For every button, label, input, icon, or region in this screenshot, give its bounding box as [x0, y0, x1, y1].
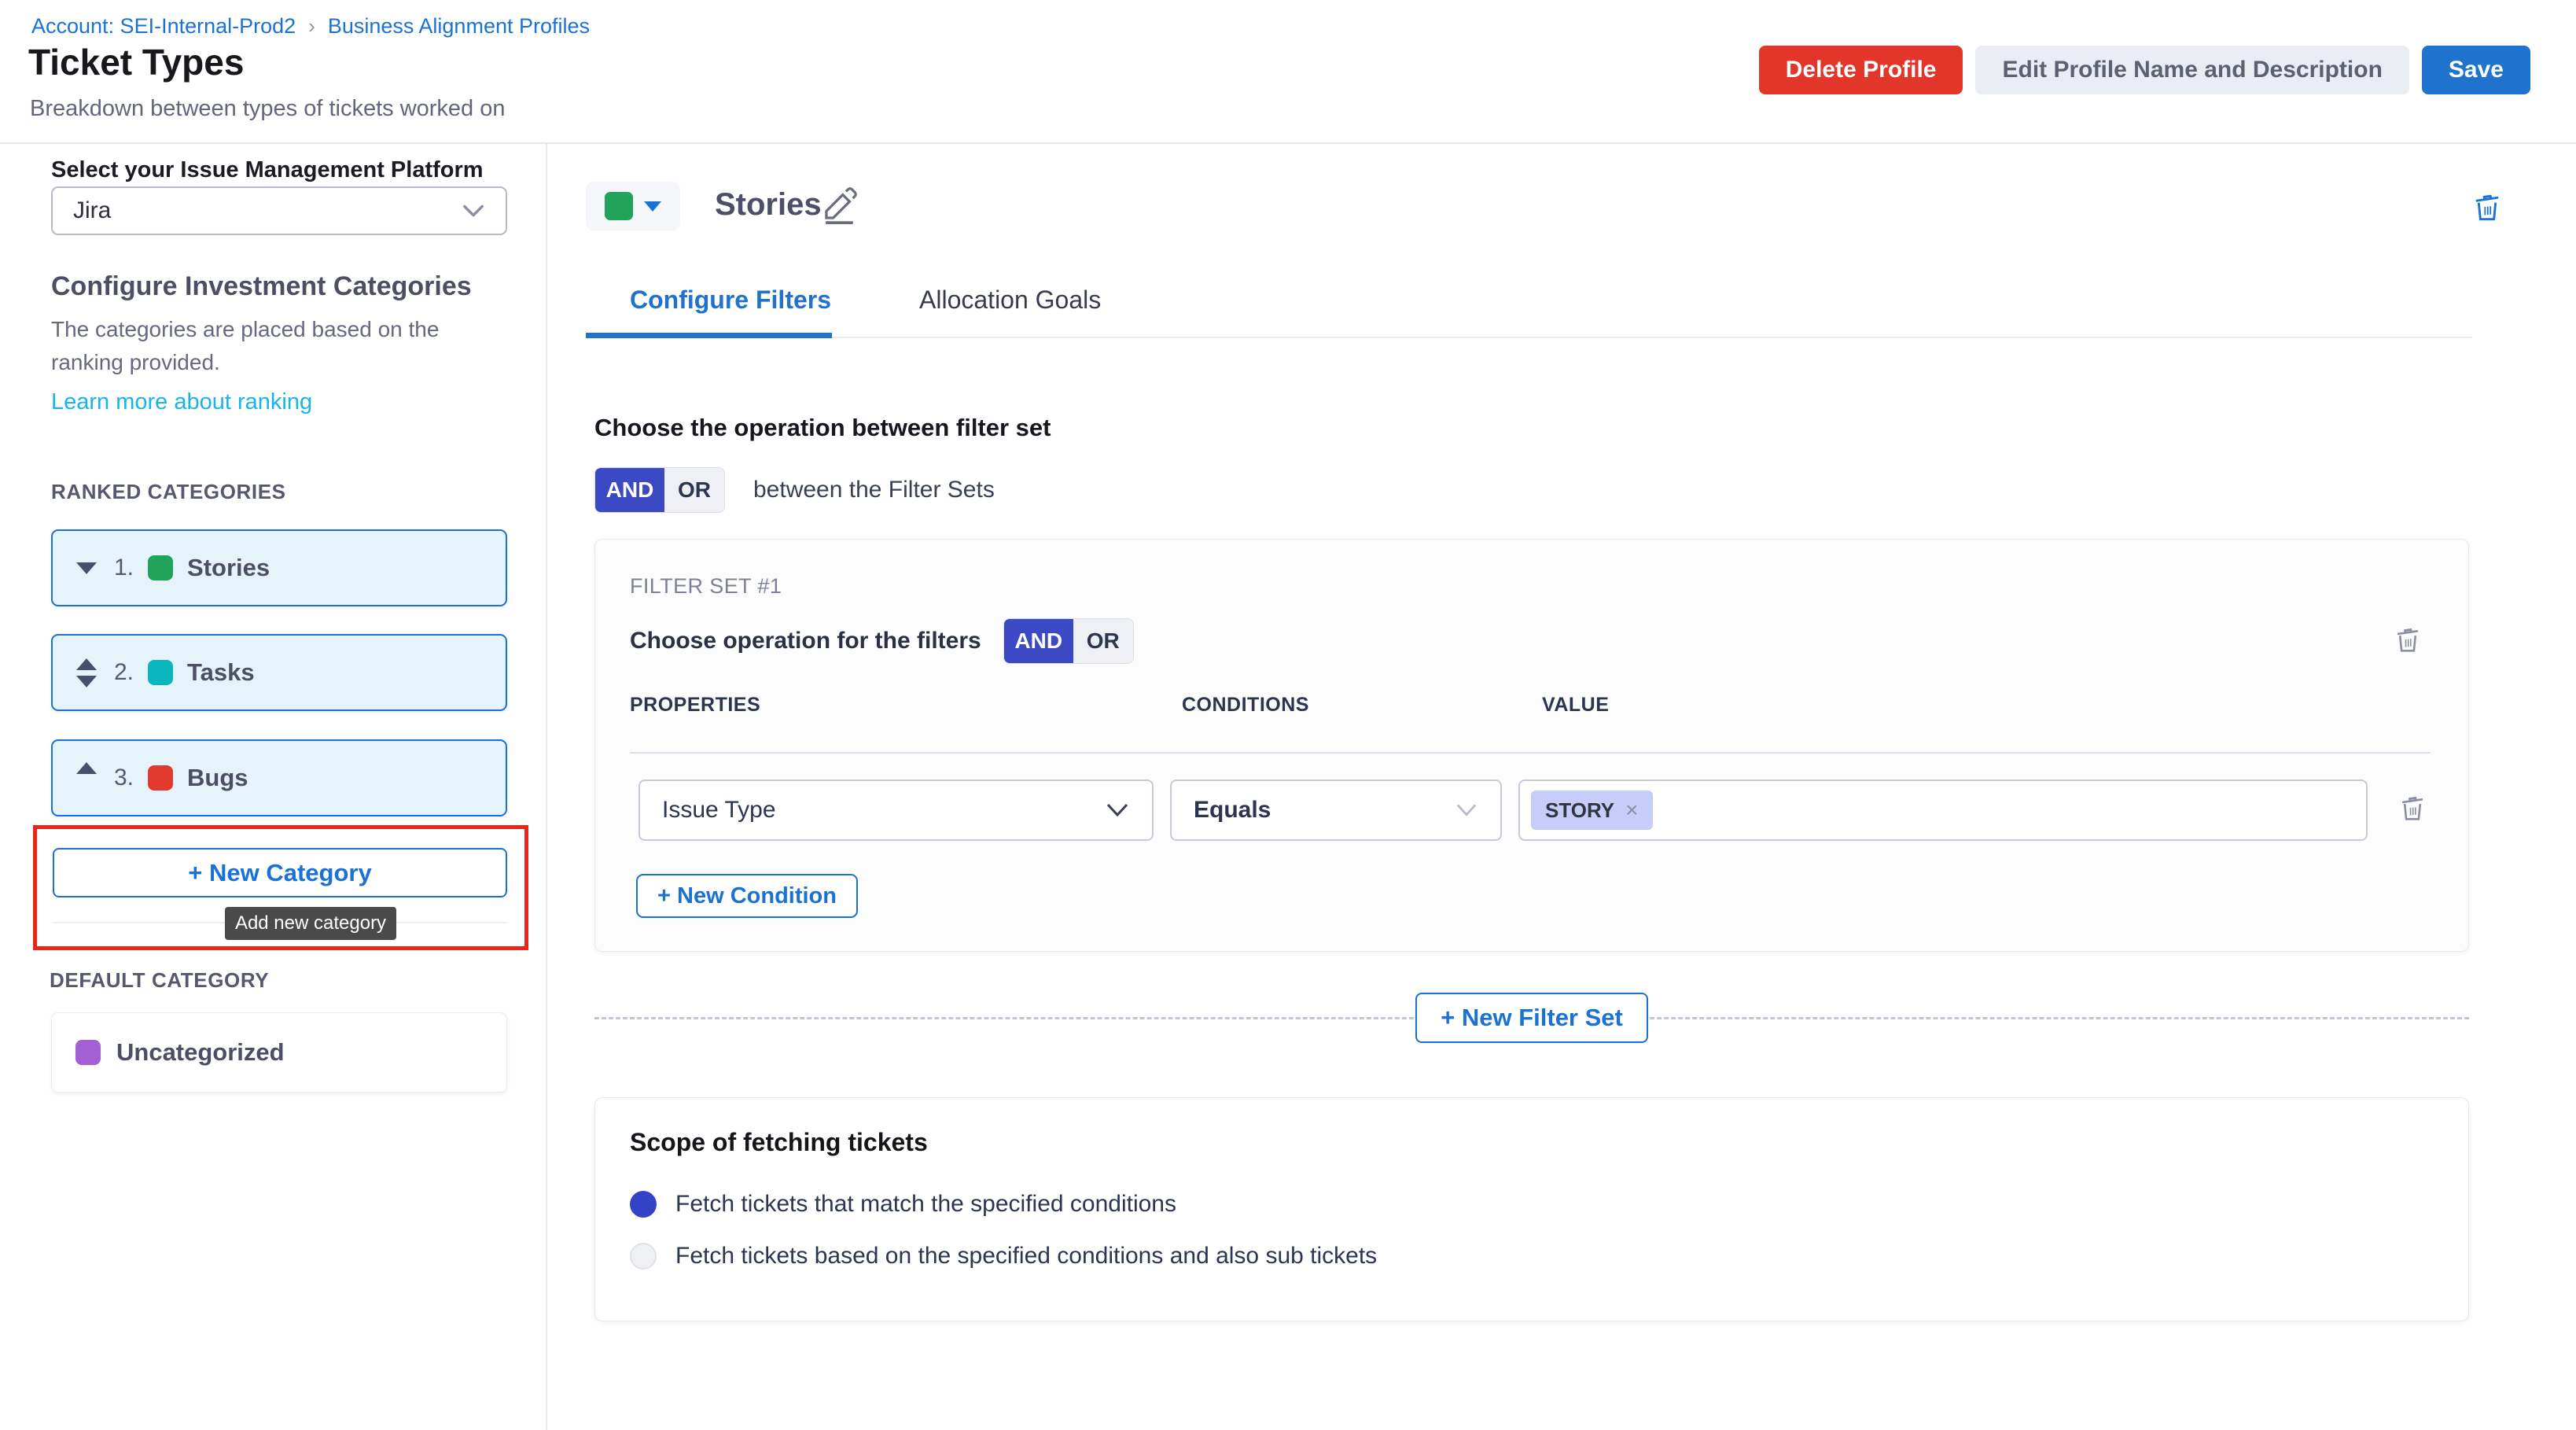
category-color-swatch — [75, 1040, 101, 1065]
category-color-swatch — [148, 660, 173, 685]
and-option[interactable]: AND — [595, 468, 664, 512]
value-tag-story: STORY × — [1531, 791, 1653, 830]
tabs-border — [586, 337, 2472, 338]
ranked-category-stories[interactable]: 1. Stories — [51, 529, 507, 606]
property-select-value: Issue Type — [662, 797, 776, 824]
radio-label: Fetch tickets based on the specified con… — [675, 1243, 1377, 1270]
or-option[interactable]: OR — [1073, 619, 1133, 663]
platform-select-label: Select your Issue Management Platform — [51, 157, 507, 183]
edit-pencil-icon[interactable] — [819, 185, 859, 226]
breadcrumb-account-link[interactable]: Account: SEI-Internal-Prod2 — [31, 14, 296, 39]
category-color-swatch — [148, 555, 173, 580]
page-title: Ticket Types — [28, 41, 244, 83]
header-actions: Delete Profile Edit Profile Name and Des… — [1759, 46, 2530, 94]
ranked-category-bugs[interactable]: 3. Bugs — [51, 739, 507, 816]
rank-number: 3. — [114, 765, 134, 791]
filters-operation-label: Choose operation for the filters — [630, 628, 981, 654]
category-color-dropdown[interactable] — [586, 182, 680, 230]
platform-select-value: Jira — [73, 197, 111, 224]
radio-unselected-icon[interactable] — [630, 1243, 657, 1270]
scope-option-sub-tickets[interactable]: Fetch tickets based on the specified con… — [630, 1243, 1377, 1270]
chevron-down-icon — [1455, 802, 1478, 818]
active-tab-underline — [586, 333, 832, 338]
learn-more-ranking-link[interactable]: Learn more about ranking — [51, 389, 507, 415]
breadcrumb-profiles-link[interactable]: Business Alignment Profiles — [328, 14, 590, 39]
value-tag-label: STORY — [1545, 798, 1614, 823]
edit-profile-button[interactable]: Edit Profile Name and Description — [1975, 46, 2409, 94]
category-label: Tasks — [187, 658, 255, 687]
new-filter-set-button[interactable]: + New Filter Set — [1415, 993, 1648, 1043]
chevron-down-icon — [462, 203, 485, 219]
and-option[interactable]: AND — [1004, 619, 1073, 663]
filter-set-card: FILTER SET #1 Choose operation for the f… — [594, 539, 2469, 952]
column-header-conditions: CONDITIONS — [1182, 694, 1309, 717]
configure-categories-description: The categories are placed based on the r… — [51, 313, 507, 379]
radio-label: Fetch tickets that match the specified c… — [675, 1191, 1176, 1218]
filters-operation-row: Choose operation for the filters AND OR — [630, 618, 1134, 664]
filter-set-label: FILTER SET #1 — [630, 574, 782, 599]
default-category-card: Uncategorized — [51, 1012, 507, 1093]
category-label: Stories — [187, 554, 270, 582]
property-select[interactable]: Issue Type — [638, 779, 1154, 841]
save-button[interactable]: Save — [2422, 46, 2530, 94]
rank-number: 1. — [114, 555, 134, 581]
delete-filter-set-trash-icon[interactable] — [2391, 621, 2424, 658]
page-header: Account: SEI-Internal-Prod2 › Business A… — [0, 0, 2576, 144]
selected-color-swatch — [605, 192, 633, 220]
add-new-category-tooltip: Add new category — [225, 907, 396, 940]
table-divider — [630, 752, 2431, 754]
filters-and-or-toggle[interactable]: AND OR — [1003, 618, 1134, 664]
delete-category-trash-icon[interactable] — [2469, 187, 2505, 227]
left-sidebar: Select your Issue Management Platform Ji… — [0, 144, 547, 1430]
platform-select[interactable]: Jira — [51, 186, 507, 235]
new-category-button[interactable]: + New Category — [53, 848, 507, 897]
delete-profile-button[interactable]: Delete Profile — [1759, 46, 1963, 94]
delete-condition-trash-icon[interactable] — [2396, 790, 2429, 826]
move-down-icon[interactable] — [73, 562, 100, 574]
scope-option-match-conditions[interactable]: Fetch tickets that match the specified c… — [630, 1191, 1176, 1218]
move-up-icon[interactable] — [73, 762, 100, 774]
move-up-down-icon[interactable] — [73, 658, 100, 687]
rank-number: 2. — [114, 659, 134, 686]
column-header-value: VALUE — [1542, 694, 1609, 717]
condition-select-value: Equals — [1194, 797, 1271, 824]
category-editor-panel: Stories Configure Filters Allocation Goa… — [547, 144, 2576, 1430]
configure-categories-heading: Configure Investment Categories — [51, 271, 507, 302]
chevron-down-icon — [1105, 802, 1130, 818]
default-category-label: DEFAULT CATEGORY — [50, 968, 506, 993]
scope-card: Scope of fetching tickets Fetch tickets … — [594, 1097, 2469, 1321]
tab-allocation-goals[interactable]: Allocation Goals — [875, 270, 1145, 343]
new-condition-button[interactable]: + New Condition — [636, 874, 858, 918]
breadcrumb: Account: SEI-Internal-Prod2 › Business A… — [31, 14, 590, 39]
breadcrumb-separator: › — [308, 14, 315, 39]
caret-down-icon — [644, 201, 661, 212]
category-title: Stories — [715, 187, 822, 223]
page-subtitle: Breakdown between types of tickets worke… — [30, 96, 506, 122]
category-label: Uncategorized — [116, 1038, 285, 1067]
scope-heading: Scope of fetching tickets — [630, 1128, 928, 1157]
radio-selected-icon[interactable] — [630, 1191, 657, 1218]
ranked-categories-label: RANKED CATEGORIES — [51, 480, 507, 504]
or-option[interactable]: OR — [664, 468, 724, 512]
filter-set-operation-row: AND OR between the Filter Sets — [594, 467, 995, 513]
category-color-swatch — [148, 765, 173, 791]
remove-tag-icon[interactable]: × — [1625, 798, 1638, 823]
operation-heading: Choose the operation between filter set — [594, 414, 1051, 442]
condition-select[interactable]: Equals — [1170, 779, 1502, 841]
column-header-properties: PROPERTIES — [630, 694, 760, 717]
toggle-caption: between the Filter Sets — [753, 477, 995, 503]
ranked-category-tasks[interactable]: 2. Tasks — [51, 634, 507, 711]
and-or-toggle[interactable]: AND OR — [594, 467, 725, 513]
category-label: Bugs — [187, 764, 248, 792]
value-input[interactable]: STORY × — [1518, 779, 2368, 841]
